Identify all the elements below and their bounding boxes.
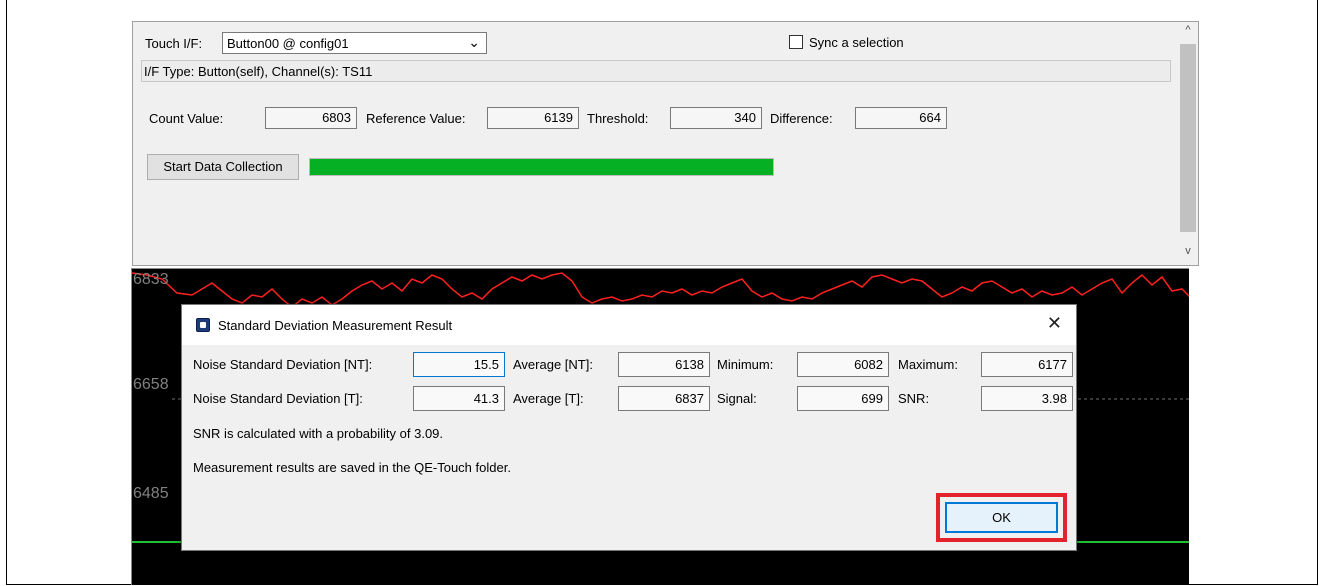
y-label-top: 6833 <box>133 271 169 288</box>
count-value-label: Count Value: <box>149 111 224 126</box>
if-type-bar: I/F Type: Button(self), Channel(s): TS11 <box>141 60 1171 82</box>
y-label-low: 6485 <box>133 485 169 502</box>
snr-label: SNR: <box>898 391 930 406</box>
vertical-scrollbar[interactable]: ^ v <box>1178 22 1198 265</box>
minimum-label: Minimum: <box>717 357 774 372</box>
y-label-mid: 6658 <box>133 376 169 393</box>
average-t-field[interactable]: 6837 <box>618 386 710 411</box>
if-type-text: I/F Type: Button(self), Channel(s): TS11 <box>144 64 373 79</box>
snr-field[interactable]: 3.98 <box>981 386 1073 411</box>
maximum-label: Maximum: <box>898 357 958 372</box>
sync-selection-checkbox[interactable] <box>789 35 803 49</box>
scroll-down-icon[interactable]: v <box>1178 245 1198 263</box>
reference-value-field: 6139 <box>487 107 579 129</box>
touch-info-panel: Touch I/F: Button00 @ config01 ⌄ Sync a … <box>132 21 1199 266</box>
average-nt-field[interactable]: 6138 <box>618 352 710 377</box>
noise-sd-nt-label: Noise Standard Deviation [NT]: <box>193 357 373 372</box>
close-icon[interactable]: ✕ <box>1047 313 1062 334</box>
chevron-down-icon: ⌄ <box>468 34 480 50</box>
dialog-title: Standard Deviation Measurement Result <box>218 318 453 333</box>
signal-label: Signal: <box>717 391 757 406</box>
touch-if-dropdown[interactable]: Button00 @ config01 ⌄ <box>222 32 487 54</box>
maximum-field[interactable]: 6177 <box>981 352 1073 377</box>
minimum-field[interactable]: 6082 <box>797 352 889 377</box>
ok-button[interactable]: OK <box>945 502 1058 533</box>
sync-selection-label[interactable]: Sync a selection <box>809 35 904 50</box>
count-line <box>132 272 1189 308</box>
threshold-field: 340 <box>670 107 762 129</box>
noise-sd-nt-field[interactable]: 15.5 <box>413 352 505 377</box>
noise-sd-t-field[interactable]: 41.3 <box>413 386 505 411</box>
start-data-collection-button[interactable]: Start Data Collection <box>147 154 299 180</box>
dialog-titlebar: Standard Deviation Measurement Result ✕ <box>182 305 1076 345</box>
app-icon <box>196 318 210 332</box>
saved-location-note: Measurement results are saved in the QE-… <box>193 460 511 475</box>
signal-field[interactable]: 699 <box>797 386 889 411</box>
average-t-label: Average [T]: <box>513 391 584 406</box>
touch-if-value: Button00 @ config01 <box>227 36 349 51</box>
std-dev-result-dialog: Standard Deviation Measurement Result ✕ … <box>181 304 1077 551</box>
average-nt-label: Average [NT]: <box>513 357 593 372</box>
reference-value-label: Reference Value: <box>366 111 466 126</box>
count-value-field: 6803 <box>265 107 357 129</box>
difference-field: 664 <box>855 107 947 129</box>
difference-label: Difference: <box>770 111 833 126</box>
scroll-up-icon[interactable]: ^ <box>1178 24 1198 42</box>
scroll-thumb[interactable] <box>1180 44 1196 232</box>
noise-sd-t-label: Noise Standard Deviation [T]: <box>193 391 363 406</box>
collection-progress-bar <box>309 158 774 176</box>
touch-if-label: Touch I/F: <box>145 36 203 51</box>
snr-probability-note: SNR is calculated with a probability of … <box>193 426 444 441</box>
threshold-label: Threshold: <box>587 111 649 126</box>
